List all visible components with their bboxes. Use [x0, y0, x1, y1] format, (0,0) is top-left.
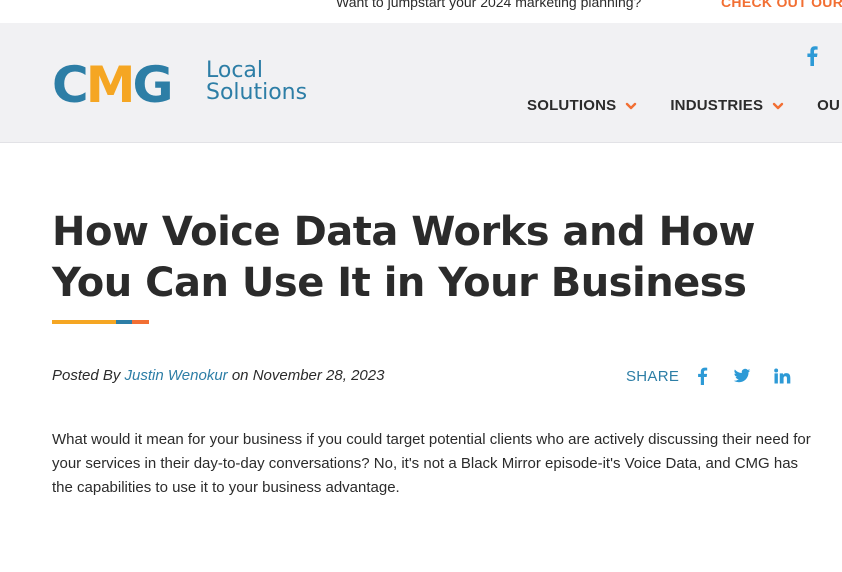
post-date: November 28, 2023: [252, 367, 385, 384]
author-link[interactable]: Justin Wenokur: [125, 367, 228, 384]
cmg-logo[interactable]: CMG Local Solutions: [52, 56, 322, 114]
facebook-icon[interactable]: [693, 367, 711, 385]
twitter-icon[interactable]: [733, 367, 751, 385]
nav-solutions-label: SOLUTIONS: [527, 97, 617, 114]
facebook-icon[interactable]: [805, 46, 819, 66]
chevron-down-icon: [772, 102, 784, 109]
top-announcement-bar: Want to jumpstart your 2024 marketing pl…: [0, 0, 842, 23]
article-byline: Posted By Justin Wenokur on November 28,…: [52, 367, 384, 384]
article-intro-paragraph: What would it mean for your business if …: [52, 431, 811, 496]
nav-solutions[interactable]: SOLUTIONS: [527, 97, 637, 114]
logo-line-solutions: Solutions: [206, 80, 308, 105]
share-label: SHARE: [626, 367, 680, 385]
on-label: on: [231, 367, 249, 384]
nav-truncated[interactable]: OU: [817, 97, 840, 114]
site-header: CMG Local Solutions SOLUTIONS INDUSTRIES…: [0, 23, 842, 143]
promo-text: Want to jumpstart your 2024 marketing pl…: [336, 0, 642, 10]
share-bar: SHARE: [626, 367, 813, 385]
promo-cta-link[interactable]: CHECK OUT OUR: [721, 0, 842, 10]
main-nav: SOLUTIONS INDUSTRIES OU: [527, 97, 842, 114]
logo-line-local: Local: [206, 58, 264, 83]
nav-truncated-label: OU: [817, 97, 841, 114]
nav-industries[interactable]: INDUSTRIES: [670, 97, 784, 114]
title-underline: [52, 320, 149, 324]
posted-by-label: Posted By: [52, 367, 121, 384]
logo-mark: CMG: [52, 56, 174, 114]
logo-wordmark: Local Solutions: [206, 60, 307, 104]
nav-industries-label: INDUSTRIES: [670, 97, 764, 114]
linkedin-icon[interactable]: [773, 367, 791, 385]
article-title: How Voice Data Works and How You Can Use…: [52, 209, 755, 306]
chevron-down-icon: [626, 102, 637, 109]
